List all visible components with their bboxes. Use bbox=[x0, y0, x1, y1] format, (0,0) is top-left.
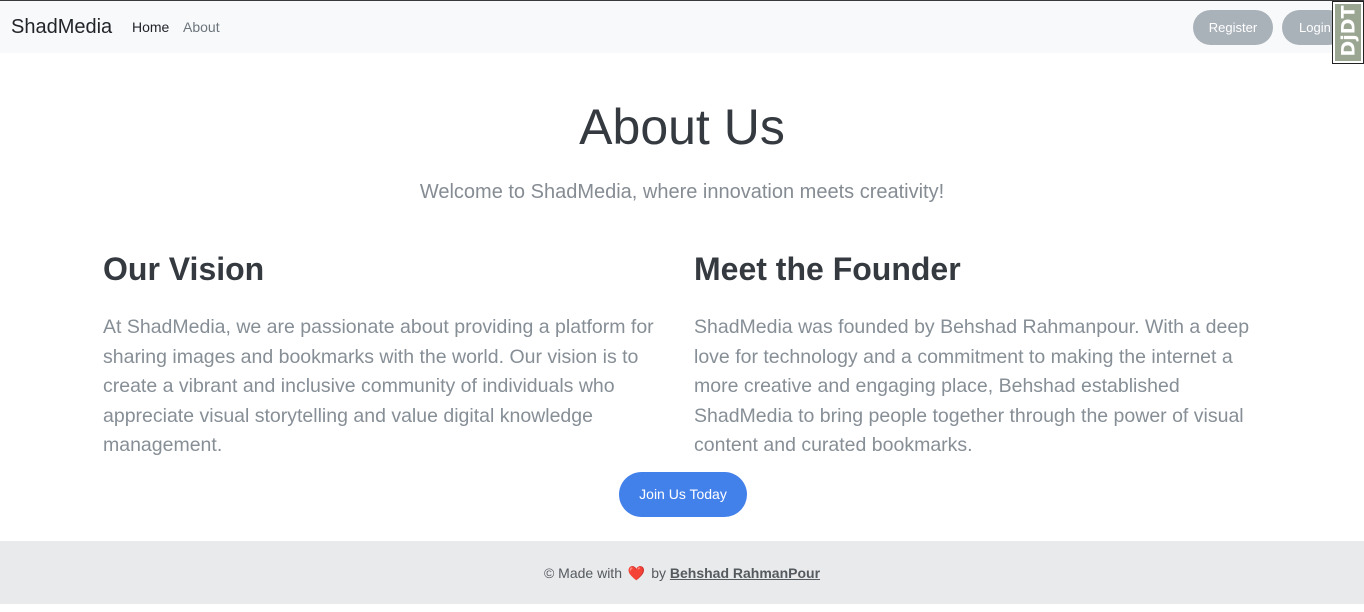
navbar: ShadMedia Home About Register Login bbox=[0, 1, 1364, 53]
founder-section: Meet the Founder ShadMedia was founded b… bbox=[694, 250, 1264, 461]
page-title: About Us bbox=[579, 99, 785, 155]
register-button[interactable]: Register bbox=[1193, 10, 1273, 45]
footer-prefix: © Made with bbox=[543, 565, 622, 581]
founder-text: ShadMedia was founded by Behshad Rahmanp… bbox=[694, 316, 1250, 456]
footer-by: by bbox=[651, 565, 666, 581]
nav-link-about[interactable]: About bbox=[183, 19, 220, 35]
vision-text: At ShadMedia, we are passionate about pr… bbox=[103, 316, 654, 456]
page-lead: Welcome to ShadMedia, where innovation m… bbox=[419, 181, 945, 203]
debug-toolbar-badge: DjDT bbox=[1335, 4, 1361, 61]
debug-toolbar-label: DjDT bbox=[1337, 5, 1360, 57]
footer: © Made with ❤️ by Behshad RahmanPour bbox=[0, 541, 1364, 604]
founder-heading: Meet the Founder bbox=[694, 251, 961, 287]
author-link[interactable]: Behshad RahmanPour bbox=[670, 565, 820, 581]
nav-link-home[interactable]: Home bbox=[132, 19, 169, 35]
page-bottom-gap bbox=[0, 604, 1364, 612]
brand-logo[interactable]: ShadMedia bbox=[11, 16, 112, 38]
vision-heading: Our Vision bbox=[103, 251, 265, 287]
vision-section: Our Vision At ShadMedia, we are passiona… bbox=[103, 250, 673, 461]
heart-icon: ❤️ bbox=[627, 565, 646, 581]
footer-credit: © Made with ❤️ by Behshad RahmanPour bbox=[0, 565, 1364, 581]
join-us-button[interactable]: Join Us Today bbox=[619, 472, 747, 517]
debug-toolbar-handle[interactable]: DjDT bbox=[1332, 1, 1364, 64]
